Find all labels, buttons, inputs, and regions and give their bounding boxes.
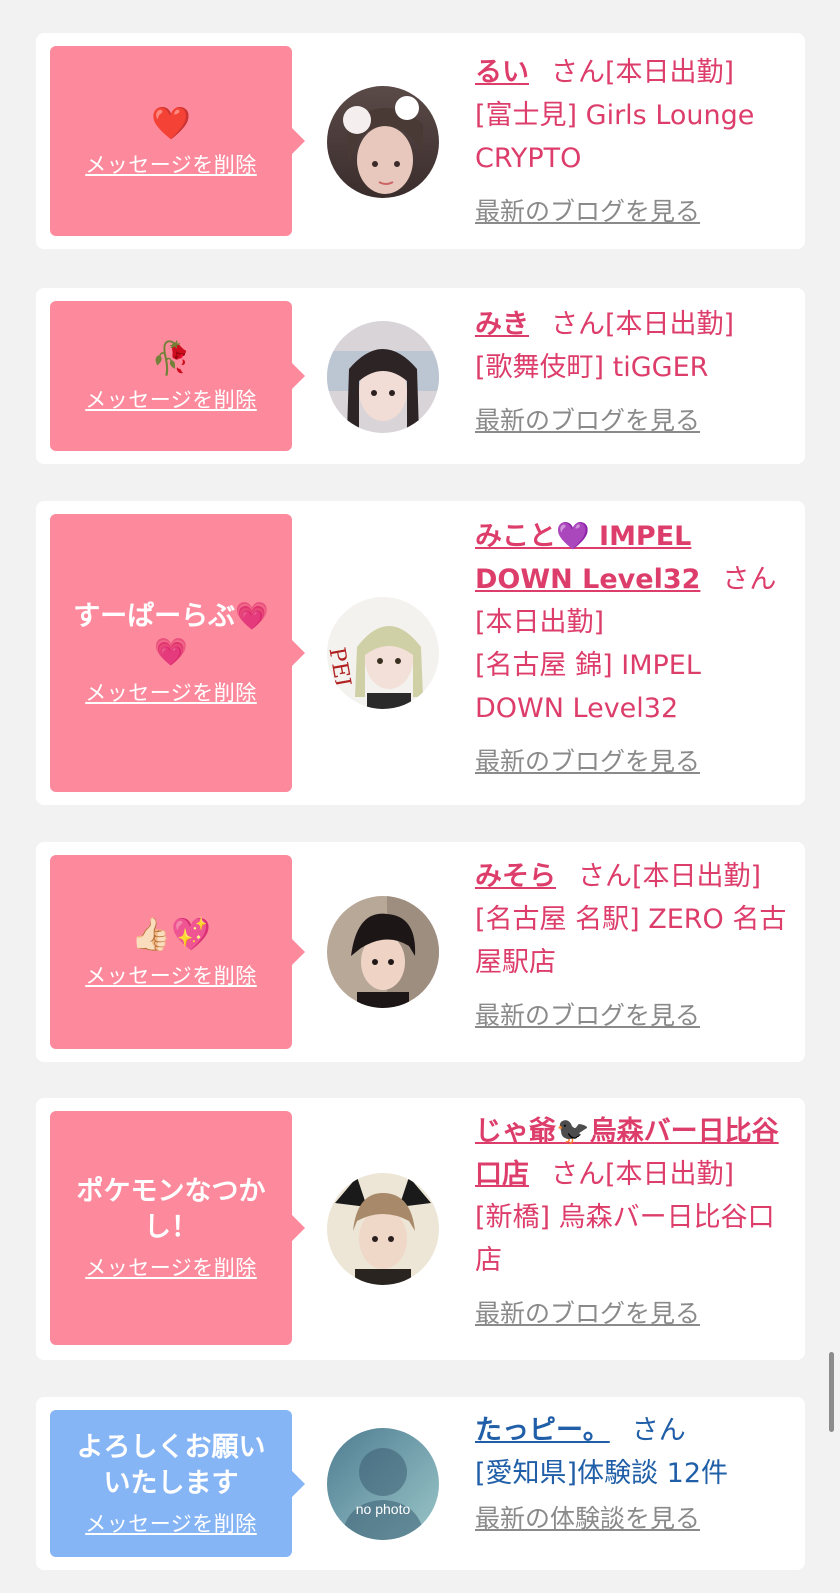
message-text: ❤️: [151, 104, 191, 142]
cast-name-link[interactable]: みこと💜 IMPEL DOWN Level32: [475, 521, 700, 595]
latest-review-link[interactable]: 最新の体験談を見る: [475, 1499, 700, 1535]
delete-message-link[interactable]: メッセージを削除: [85, 677, 257, 707]
user-name-link[interactable]: たっピー。: [475, 1415, 610, 1446]
cast-info: みこと💜 IMPEL DOWN Level32 さん [本日出勤] [名古屋 錦]…: [475, 515, 795, 778]
delete-message-link[interactable]: メッセージを削除: [85, 1508, 257, 1538]
delete-message-link[interactable]: メッセージを削除: [85, 1252, 257, 1282]
message-card: 🥀 メッセージを削除 みき さん[本日出勤] [歌舞伎町] tiGGER 最新のブ…: [36, 288, 805, 464]
message-card: ポケモンなつかし！ メッセージを削除 じゃ爺🐦‍⬛烏森バー日比谷口店 さん[本日出…: [36, 1098, 805, 1360]
honorific-label: さん: [551, 57, 605, 88]
latest-blog-link[interactable]: 最新のブログを見る: [475, 996, 700, 1032]
message-bubble: ポケモンなつかし！ メッセージを削除: [50, 1111, 305, 1345]
message-bubble: ❤️ メッセージを削除: [50, 46, 305, 236]
message-card: よろしくお願いいたします メッセージを削除 no photo たっピー。 さん […: [36, 1397, 805, 1570]
cast-name-line: みこと💜 IMPEL DOWN Level32 さん [本日出勤]: [475, 515, 795, 644]
latest-blog-link[interactable]: 最新のブログを見る: [475, 401, 700, 437]
shop-info: [名古屋 名駅] ZERO 名古屋駅店: [475, 904, 787, 978]
honorific-label: さん: [551, 309, 605, 340]
cast-name-line: みそら さん[本日出勤]: [475, 855, 795, 898]
message-card: すーぱーらぶ💗💗 メッセージを削除 PEL みこと💜 IMPEL DOWN Le…: [36, 501, 805, 805]
avatar[interactable]: [327, 86, 439, 198]
avatar[interactable]: PEL: [327, 597, 439, 709]
message-card: 👍🏻💖 メッセージを削除 みそら さん[本日出勤] [名古屋 名駅] ZERO 名…: [36, 842, 805, 1062]
attendance-status: [本日出勤]: [475, 607, 605, 638]
cast-info: るい さん[本日出勤] [富士見] Girls Lounge CRYPTO 最新の…: [475, 51, 795, 228]
user-name-line: たっピー。 さん: [475, 1409, 795, 1452]
shop-info: [歌舞伎町] tiGGER: [475, 352, 709, 383]
attendance-status: [本日出勤]: [605, 1159, 735, 1190]
honorific-label: さん: [722, 564, 777, 595]
attendance-status: [本日出勤]: [632, 861, 762, 892]
cast-name-link[interactable]: みき: [475, 309, 529, 340]
delete-message-link[interactable]: メッセージを削除: [85, 384, 257, 414]
avatar[interactable]: no photo: [327, 1428, 439, 1540]
cast-name-line: じゃ爺🐦‍⬛烏森バー日比谷口店 さん[本日出勤]: [475, 1110, 795, 1196]
latest-blog-link[interactable]: 最新のブログを見る: [475, 742, 700, 778]
shop-info: [新橋] 烏森バー日比谷口店: [475, 1202, 775, 1276]
delete-message-link[interactable]: メッセージを削除: [85, 149, 257, 179]
cast-info: みそら さん[本日出勤] [名古屋 名駅] ZERO 名古屋駅店 最新のブログを見…: [475, 855, 795, 1032]
message-bubble: 👍🏻💖 メッセージを削除: [50, 855, 305, 1049]
message-text: すーぱーらぶ💗💗: [73, 601, 269, 668]
no-photo-text: no photo: [356, 1501, 411, 1517]
honorific-label: さん: [578, 861, 632, 892]
attendance-status: [本日出勤]: [605, 57, 735, 88]
cast-info: じゃ爺🐦‍⬛烏森バー日比谷口店 さん[本日出勤] [新橋] 烏森バー日比谷口店 最…: [475, 1110, 795, 1330]
message-list-page: ❤️ メッセージを削除 るい さん[本日出勤] [富士見] Girls Loung…: [0, 0, 840, 1593]
cast-name-line: みき さん[本日出勤]: [475, 303, 795, 346]
avatar[interactable]: [327, 1173, 439, 1285]
message-bubble: よろしくお願いいたします メッセージを削除: [50, 1410, 305, 1557]
avatar[interactable]: [327, 896, 439, 1008]
message-text: よろしくお願いいたします: [76, 1431, 266, 1499]
user-info: たっピー。 さん [愛知県]体験談 12件 最新の体験談を見る: [475, 1409, 795, 1535]
delete-message-link[interactable]: メッセージを削除: [85, 960, 257, 990]
avatar[interactable]: [327, 321, 439, 433]
message-bubble: すーぱーらぶ💗💗 メッセージを削除: [50, 514, 305, 792]
message-text: 🥀: [151, 339, 191, 377]
latest-blog-link[interactable]: 最新のブログを見る: [475, 1294, 700, 1330]
scrollbar[interactable]: [829, 1352, 834, 1432]
review-count-info: [愛知県]体験談 12件: [475, 1458, 729, 1489]
cast-name-link[interactable]: みそら: [475, 861, 556, 892]
shop-info: [名古屋 錦] IMPEL DOWN Level32: [475, 650, 701, 724]
honorific-label: さん: [551, 1159, 605, 1190]
latest-blog-link[interactable]: 最新のブログを見る: [475, 192, 700, 228]
message-bubble: 🥀 メッセージを削除: [50, 301, 305, 451]
honorific-label: さん: [631, 1415, 686, 1446]
message-card: ❤️ メッセージを削除 るい さん[本日出勤] [富士見] Girls Loung…: [36, 33, 805, 249]
cast-name-link[interactable]: るい: [475, 57, 529, 88]
message-text: 👍🏻💖: [131, 915, 211, 953]
shop-info: [富士見] Girls Lounge CRYPTO: [475, 100, 755, 174]
message-text: ポケモンなつかし！: [76, 1176, 266, 1243]
cast-info: みき さん[本日出勤] [歌舞伎町] tiGGER 最新のブログを見る: [475, 303, 795, 437]
attendance-status: [本日出勤]: [605, 309, 735, 340]
cast-name-line: るい さん[本日出勤]: [475, 51, 795, 94]
